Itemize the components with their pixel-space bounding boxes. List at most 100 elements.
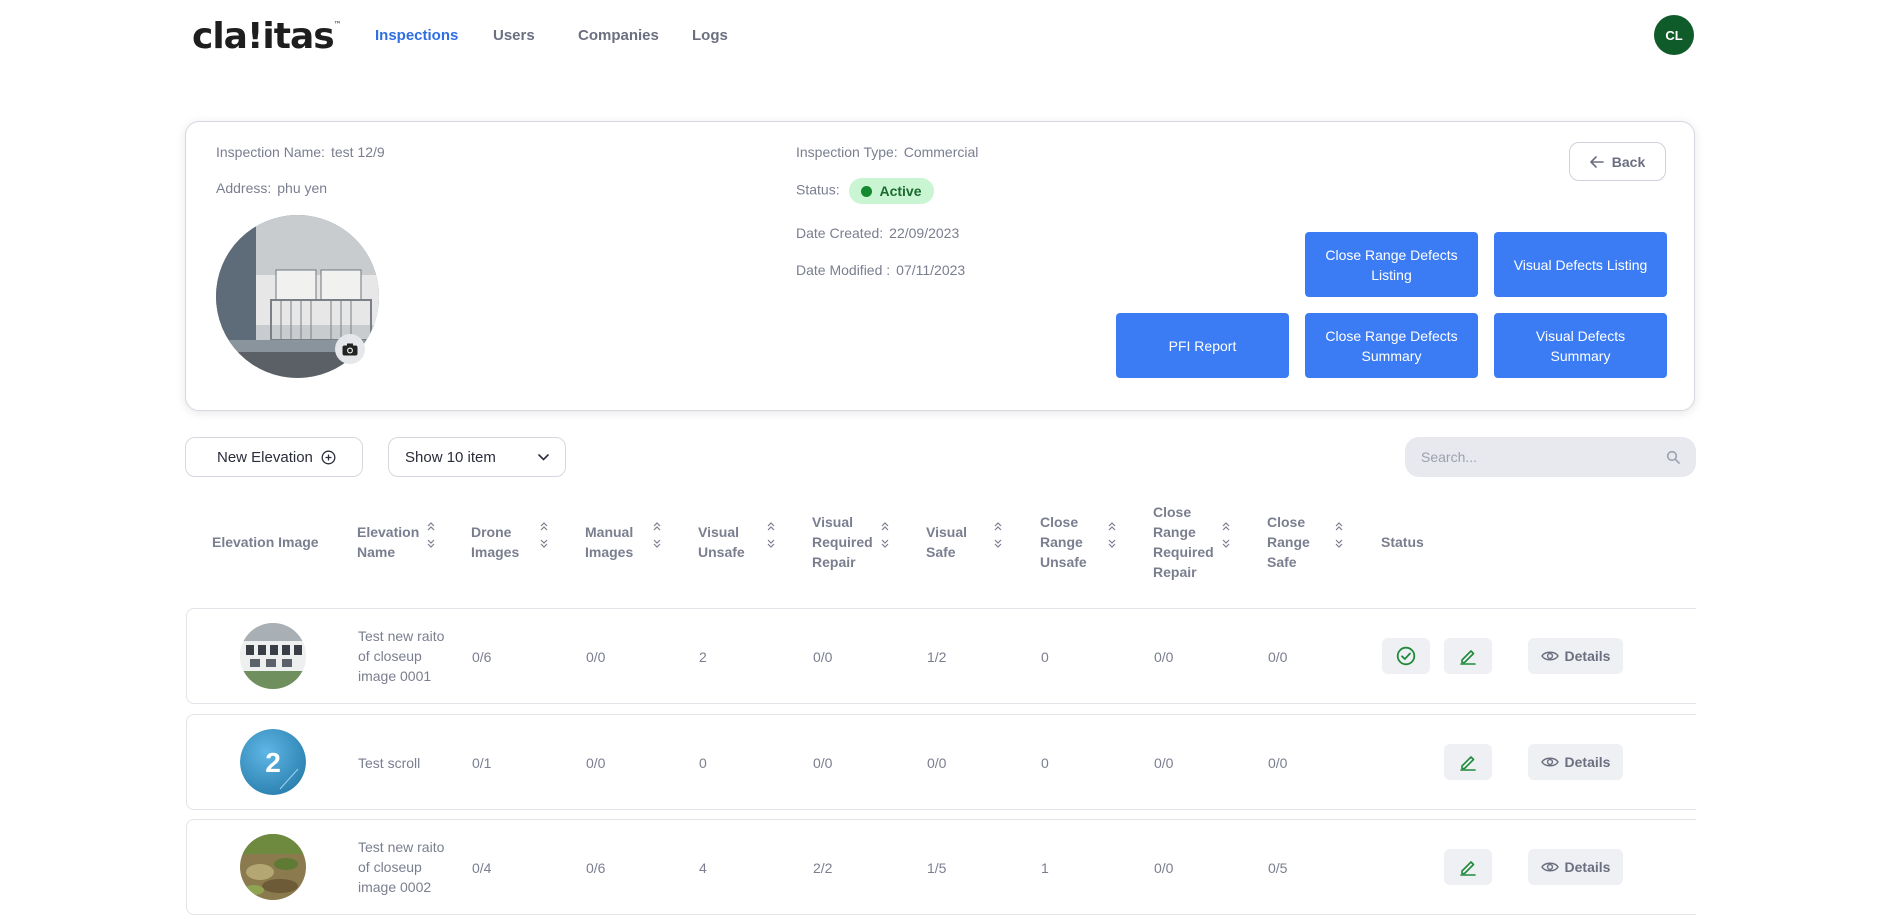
sort-icon[interactable] (652, 520, 662, 555)
sort-icon[interactable] (766, 520, 776, 555)
table-row: 2 Test scroll 0/1 0/0 0 0/0 0/0 0 0/0 0/… (186, 714, 1696, 810)
close-range-safe-value: 0/0 (1268, 755, 1288, 771)
header-close-range-safe[interactable]: Close Range Safe (1267, 512, 1329, 572)
nav-item-logs[interactable]: Logs (692, 27, 728, 44)
header-close-range-required-repair[interactable]: Close Range Required Repair (1153, 502, 1215, 582)
elevation-image-number: 2 (240, 729, 306, 795)
elevation-name: Test new raito of closeup image 0001 (358, 628, 445, 684)
elevation-thumbnail (240, 834, 306, 900)
close-range-defects-summary-button[interactable]: Close Range Defects Summary (1305, 313, 1478, 378)
visual-defects-summary-button[interactable]: Visual Defects Summary (1494, 313, 1667, 378)
details-label: Details (1564, 754, 1611, 770)
search-input[interactable]: Search... (1405, 437, 1696, 477)
drone-images-value: 0/1 (472, 755, 492, 771)
sort-icon[interactable] (1334, 520, 1344, 555)
header-manual-images[interactable]: Manual Images (585, 522, 645, 562)
details-button[interactable]: Details (1528, 849, 1623, 885)
check-circle-icon (1396, 646, 1416, 666)
elevation-image-building (240, 623, 306, 689)
search-icon (1666, 450, 1680, 464)
user-avatar[interactable]: CL (1654, 15, 1694, 55)
close-range-required-repair-value: 0/0 (1154, 860, 1174, 876)
back-button-label: Back (1611, 153, 1646, 170)
elevation-image-ground (240, 834, 306, 900)
back-button[interactable]: Back (1569, 142, 1666, 181)
header-elevation-image[interactable]: Elevation Image (212, 532, 319, 552)
manual-images-value: 0/6 (586, 860, 606, 876)
elevation-name: Test scroll (358, 755, 421, 771)
search-placeholder: Search... (1421, 449, 1478, 465)
status-badge-text: Active (879, 183, 922, 199)
status-field: Status: Active (796, 178, 934, 204)
camera-icon (342, 343, 358, 355)
show-items-value: Show 10 item (405, 448, 496, 466)
edit-button[interactable] (1444, 849, 1492, 885)
visual-unsafe-value: 4 (699, 860, 707, 876)
eye-icon (1540, 862, 1559, 872)
edit-button[interactable] (1444, 638, 1492, 674)
status-dot-icon (861, 185, 873, 197)
pencil-icon (1460, 861, 1476, 876)
manual-images-value: 0/0 (586, 755, 606, 771)
date-created-label: Date Created: (796, 225, 884, 241)
sort-icon[interactable] (539, 520, 549, 555)
sort-icon[interactable] (426, 520, 436, 555)
claritas-logo[interactable]: cla!itas™ (192, 16, 342, 57)
inspection-info-card: Inspection Name: test 12/9 Address: phu ye… (185, 121, 1695, 411)
nav-item-inspections[interactable]: Inspections (375, 27, 458, 44)
date-modified-value: 07/11/2023 (896, 262, 966, 278)
close-range-safe-value: 0/5 (1268, 860, 1288, 876)
nav-item-companies[interactable]: Companies (578, 27, 659, 44)
visual-required-repair-value: 2/2 (813, 860, 833, 876)
show-items-select[interactable]: Show 10 item (388, 437, 566, 477)
header-status: Status (1381, 534, 1424, 550)
header-elevation-name[interactable]: Elevation Name (357, 522, 429, 562)
header-close-range-unsafe[interactable]: Close Range Unsafe (1040, 512, 1102, 572)
thumbnail-number: 2 (265, 747, 281, 778)
pfi-report-button[interactable]: PFI Report (1116, 313, 1289, 378)
table-row: Test new raito of closeup image 0001 0/6… (186, 608, 1696, 704)
elevation-name: Test new raito of closeup image 0002 (358, 839, 445, 895)
drone-images-value: 0/4 (472, 860, 492, 876)
change-photo-button[interactable] (335, 334, 365, 364)
inspection-type-value: Commercial (903, 144, 979, 160)
details-button[interactable]: Details (1528, 744, 1623, 780)
eye-icon (1540, 651, 1559, 661)
address-value: phu yen (277, 180, 328, 196)
elevation-thumbnail: 2 (240, 729, 306, 795)
visual-required-repair-value: 0/0 (813, 649, 833, 665)
header-visual-required-repair[interactable]: Visual Required Repair (812, 512, 874, 572)
close-range-unsafe-value: 0 (1041, 755, 1049, 771)
close-range-unsafe-value: 1 (1041, 860, 1049, 876)
sort-icon[interactable] (880, 520, 890, 555)
nav-item-users[interactable]: Users (493, 27, 535, 44)
new-elevation-button[interactable]: New Elevation (185, 437, 363, 477)
inspection-type-label: Inspection Type: (796, 144, 898, 160)
close-range-required-repair-value: 0/0 (1154, 755, 1174, 771)
chevron-down-icon (538, 453, 549, 461)
date-created-value: 22/09/2023 (889, 225, 960, 241)
approve-button[interactable] (1382, 638, 1430, 674)
close-range-defects-listing-button[interactable]: Close Range Defects Listing (1305, 232, 1478, 297)
visual-safe-value: 1/5 (927, 860, 947, 876)
date-modified-label: Date Modified : (796, 262, 891, 278)
header-drone-images[interactable]: Drone Images (471, 522, 531, 562)
eye-icon (1540, 757, 1559, 767)
header-visual-safe[interactable]: Visual Safe (926, 522, 986, 562)
edit-button[interactable] (1444, 744, 1492, 780)
address-label: Address: (216, 180, 272, 196)
new-elevation-label: New Elevation (217, 448, 313, 466)
top-navigation-bar: cla!itas™ Inspections Users Companies Lo… (0, 0, 1880, 72)
pencil-icon (1460, 650, 1476, 665)
details-button[interactable]: Details (1528, 638, 1623, 674)
close-range-unsafe-value: 0 (1041, 649, 1049, 665)
sort-icon[interactable] (993, 520, 1003, 555)
visual-unsafe-value: 0 (699, 755, 707, 771)
header-visual-unsafe[interactable]: Visual Unsafe (698, 522, 758, 562)
inspection-name-field: Inspection Name: test 12/9 (216, 144, 385, 160)
elevation-thumbnail (240, 623, 306, 689)
visual-defects-listing-button[interactable]: Visual Defects Listing (1494, 232, 1667, 297)
status-badge: Active (849, 178, 934, 204)
sort-icon[interactable] (1221, 520, 1231, 555)
sort-icon[interactable] (1107, 520, 1117, 555)
